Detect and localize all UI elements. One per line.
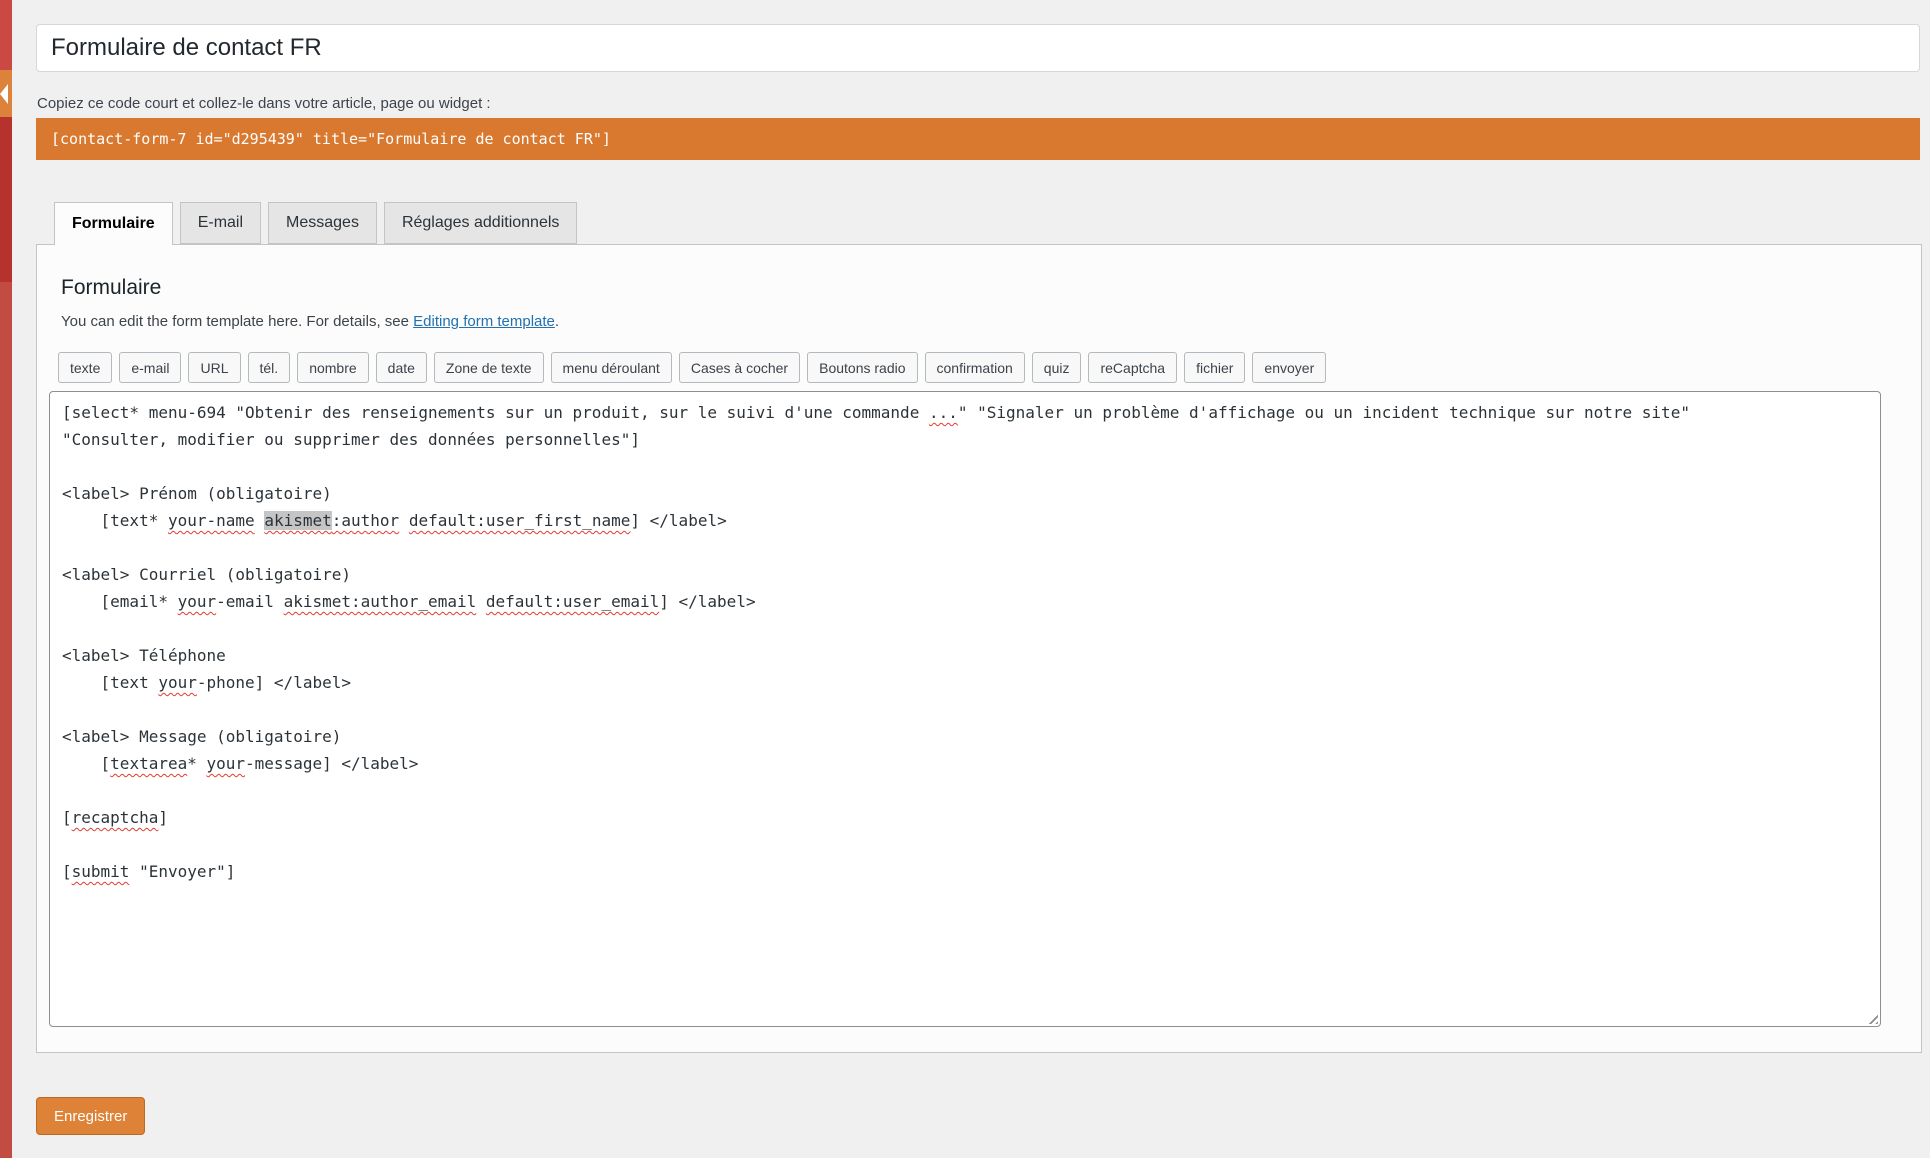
code-text: <label> Courriel (obligatoire) — [62, 565, 351, 584]
save-button[interactable]: Enregistrer — [36, 1097, 145, 1135]
panel-heading: Formulaire — [61, 276, 1921, 300]
form-title-input[interactable] — [36, 24, 1920, 72]
code-line: [submit "Envoyer"] — [62, 858, 1868, 885]
tag-button-menu-d-roulant[interactable]: menu déroulant — [551, 352, 672, 383]
code-line — [62, 696, 1868, 723]
code-line — [62, 534, 1868, 561]
misspelled-token: submit — [72, 862, 130, 881]
code-line — [62, 615, 1868, 642]
tag-button-cases-cocher[interactable]: Cases à cocher — [679, 352, 800, 383]
code-line — [62, 777, 1868, 804]
code-text: "Envoyer"] — [129, 862, 235, 881]
code-text: [text* — [62, 511, 168, 530]
panel-description: You can edit the form template here. For… — [61, 313, 1921, 330]
misspelled-token: recaptcha — [72, 808, 159, 827]
tag-button-nombre[interactable]: nombre — [297, 352, 368, 383]
form-template-editor-content: [select* menu-694 "Obtenir des renseigne… — [62, 399, 1868, 885]
tab-formulaire[interactable]: Formulaire — [54, 202, 173, 245]
tag-button-boutons-radio[interactable]: Boutons radio — [807, 352, 917, 383]
misspelled-token: akismet — [264, 511, 331, 530]
code-text: [text — [62, 673, 158, 692]
code-text: [ — [62, 862, 72, 881]
tag-button-quiz[interactable]: quiz — [1032, 352, 1082, 383]
admin-menu-segment-dark — [0, 117, 12, 282]
admin-menu-segment-top — [0, 0, 12, 70]
tab-e-mail[interactable]: E-mail — [180, 202, 261, 244]
misspelled-token: default:user_email — [486, 592, 659, 611]
misspelled-token: your — [207, 754, 246, 773]
shortcode-bar: [contact-form-7 id="d295439" title="Form… — [36, 118, 1920, 160]
tag-button-t-l-[interactable]: tél. — [248, 352, 291, 383]
description-text: You can edit the form template here. For… — [61, 313, 413, 330]
code-text: [select* menu-694 "Obtenir des renseigne… — [62, 403, 929, 422]
shortcode-hint: Copiez ce code court et collez-le dans v… — [37, 95, 491, 112]
misspelled-token: default:user_first_name — [409, 511, 631, 530]
code-line: "Consulter, modifier ou supprimer des do… — [62, 426, 1868, 453]
code-line — [62, 453, 1868, 480]
form-panel: Formulaire You can edit the form templat… — [36, 244, 1922, 1053]
resize-grip-icon[interactable] — [1865, 1011, 1878, 1024]
code-line: [text your-phone] </label> — [62, 669, 1868, 696]
code-text: "Consulter, modifier ou supprimer des do… — [62, 430, 640, 449]
code-text: <label> Message (obligatoire) — [62, 727, 341, 746]
tag-button-e-mail[interactable]: e-mail — [119, 352, 181, 383]
tag-button-envoyer[interactable]: envoyer — [1252, 352, 1326, 383]
editing-form-template-link[interactable]: Editing form template — [413, 313, 555, 330]
tag-button-recaptcha[interactable]: reCaptcha — [1088, 352, 1177, 383]
tag-button-confirmation[interactable]: confirmation — [925, 352, 1025, 383]
code-line: [text* your-name akismet:author default:… — [62, 507, 1868, 534]
code-text: -message] </label> — [245, 754, 418, 773]
code-text: ] </label> — [659, 592, 755, 611]
description-period: . — [555, 313, 559, 330]
code-line: <label> Courriel (obligatoire) — [62, 561, 1868, 588]
code-line: [select* menu-694 "Obtenir des renseigne… — [62, 399, 1868, 426]
admin-menu-segment-bottom — [0, 282, 12, 1158]
tab-reglages-additionnels[interactable]: Réglages additionnels — [384, 202, 577, 244]
misspelled-token: akismet:author_email — [284, 592, 477, 611]
code-line: [email* your-email akismet:author_email … — [62, 588, 1868, 615]
code-line: [textarea* your-message] </label> — [62, 750, 1868, 777]
tab-messages[interactable]: Messages — [268, 202, 377, 244]
misspelled-token: textarea — [110, 754, 187, 773]
admin-sidebar-strip — [0, 0, 12, 1158]
code-text: <label> Téléphone — [62, 646, 226, 665]
code-line: [recaptcha] — [62, 804, 1868, 831]
collapse-menu-chevron-icon[interactable] — [0, 84, 8, 104]
tag-generator-buttons: textee-mailURL tél.nombre dateZone de text… — [58, 352, 1326, 383]
code-text: [ — [62, 808, 72, 827]
form-template-editor[interactable]: [select* menu-694 "Obtenir des renseigne… — [49, 391, 1881, 1027]
misspelled-token: your — [178, 592, 217, 611]
code-text: -email — [216, 592, 283, 611]
tag-button-url[interactable]: URL — [188, 352, 240, 383]
code-line: <label> Téléphone — [62, 642, 1868, 669]
misspelled-token: :author — [332, 511, 399, 530]
code-line — [62, 831, 1868, 858]
tag-button-fichier[interactable]: fichier — [1184, 352, 1245, 383]
shortcode-text: [contact-form-7 id="d295439" title="Form… — [51, 130, 611, 148]
code-text: [email* — [62, 592, 178, 611]
code-line: <label> Message (obligatoire) — [62, 723, 1868, 750]
tag-button-date[interactable]: date — [376, 352, 427, 383]
code-text: <label> Prénom (obligatoire) — [62, 484, 332, 503]
tag-button-zone-de-texte[interactable]: Zone de texte — [434, 352, 544, 383]
code-text: ] — [158, 808, 168, 827]
code-text: [ — [62, 754, 110, 773]
code-text: " "Signaler un problème d'affichage ou u… — [958, 403, 1690, 422]
code-text — [399, 511, 409, 530]
misspelled-token: your-name — [168, 511, 255, 530]
code-text: -phone] </label> — [197, 673, 351, 692]
code-text: ] </label> — [630, 511, 726, 530]
code-text: * — [187, 754, 206, 773]
tag-button-texte[interactable]: texte — [58, 352, 112, 383]
tab-bar: FormulaireE-mailMessagesRéglages additio… — [54, 202, 577, 245]
misspelled-token: ... — [929, 403, 958, 422]
misspelled-token: your — [158, 673, 197, 692]
code-line: <label> Prénom (obligatoire) — [62, 480, 1868, 507]
code-text — [255, 511, 265, 530]
code-text — [476, 592, 486, 611]
